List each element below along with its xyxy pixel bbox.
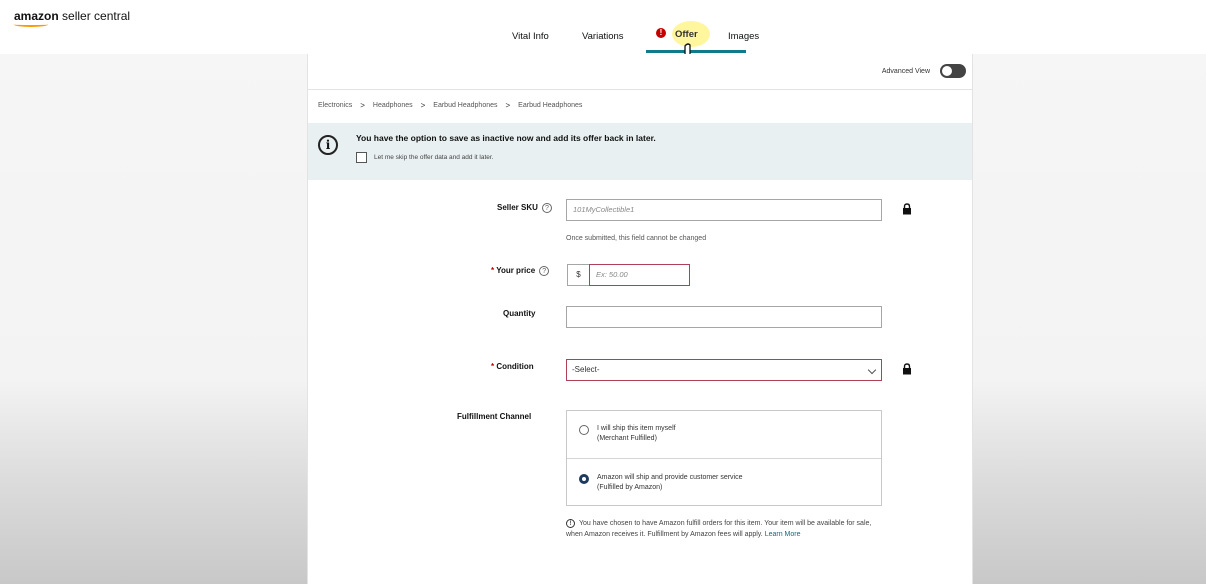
tab-offer[interactable]: Offer — [675, 29, 698, 40]
condition-label-text: Condition — [496, 362, 534, 371]
learn-more-link[interactable]: Learn More — [765, 531, 801, 538]
amazon-seller-central-logo[interactable]: amazon seller central — [14, 9, 131, 27]
info-icon: i — [318, 135, 338, 155]
skip-offer-banner: i You have the option to save as inactiv… — [308, 123, 972, 180]
alert-icon: ! — [566, 518, 575, 528]
tab-vital-info[interactable]: Vital Info — [512, 31, 549, 42]
chevron-down-icon — [867, 365, 877, 375]
seller-sku-label: Seller SKU? — [497, 203, 552, 213]
fulfillment-label: Fulfillment Channel — [457, 412, 532, 421]
radio-fulfilled-by-amazon[interactable] — [579, 474, 589, 484]
option-line: I will ship this item myself — [597, 425, 676, 432]
condition-selected-value: -Select- — [572, 365, 600, 374]
advanced-view-toggle[interactable] — [940, 64, 966, 78]
breadcrumb-separator: > — [505, 101, 511, 110]
fba-note-text: You have chosen to have Amazon fulfill o… — [566, 520, 872, 538]
required-mark: * — [491, 362, 495, 371]
breadcrumb-separator: > — [420, 101, 426, 110]
fulfillment-options: I will ship this item myself (Merchant F… — [566, 410, 882, 506]
currency-symbol: $ — [567, 264, 589, 286]
merchant-fulfilled-option[interactable]: I will ship this item myself (Merchant F… — [597, 424, 676, 444]
help-icon[interactable]: ? — [541, 203, 552, 213]
breadcrumb-headphones[interactable]: Headphones — [373, 102, 413, 109]
breadcrumb-current: Earbud Headphones — [518, 102, 583, 109]
seller-sku-label-text: Seller SKU — [497, 203, 538, 213]
seller-sku-input[interactable]: 101MyCollectible1 — [566, 199, 882, 221]
offer-error-icon: ! — [656, 28, 666, 38]
tab-variations[interactable]: Variations — [582, 31, 624, 42]
lock-icon — [903, 203, 911, 215]
panel-header: Advanced View — [308, 54, 972, 90]
breadcrumb-separator: > — [360, 101, 365, 110]
radio-merchant-fulfilled[interactable] — [579, 425, 589, 435]
advanced-view-label: Advanced View — [881, 68, 930, 75]
price-label: * Your price? — [491, 266, 550, 276]
breadcrumb: Electronics > Headphones > Earbud Headph… — [318, 101, 582, 110]
condition-select[interactable]: -Select- — [566, 359, 882, 381]
toggle-knob — [942, 66, 952, 76]
logo-brand: amazon — [14, 9, 59, 23]
option-line: Amazon will ship and provide customer se… — [597, 474, 743, 481]
breadcrumb-earbud-headphones[interactable]: Earbud Headphones — [433, 102, 497, 109]
tab-images[interactable]: Images — [728, 31, 759, 42]
option-divider — [567, 458, 881, 459]
skip-offer-label[interactable]: Let me skip the offer data and add it la… — [374, 154, 494, 161]
quantity-input[interactable] — [566, 306, 882, 328]
seller-sku-hint: Once submitted, this field cannot be cha… — [566, 235, 707, 242]
logo-smile-icon — [14, 22, 48, 27]
top-bar — [0, 0, 1206, 54]
condition-label: * Condition — [491, 362, 534, 371]
fba-note: ! You have chosen to have Amazon fulfill … — [566, 518, 886, 540]
lock-icon — [903, 363, 911, 375]
quantity-label: Quantity — [503, 309, 536, 318]
price-input[interactable]: Ex: 50.00 — [589, 264, 690, 286]
price-label-text: Your price — [496, 266, 536, 276]
help-icon[interactable]: ? — [539, 266, 550, 276]
logo-product: seller central — [58, 9, 131, 23]
skip-offer-checkbox[interactable] — [356, 152, 367, 163]
fba-option[interactable]: Amazon will ship and provide customer se… — [597, 473, 743, 493]
breadcrumb-electronics[interactable]: Electronics — [318, 102, 352, 109]
required-mark: * — [491, 266, 495, 276]
option-line: (Merchant Fulfilled) — [597, 435, 657, 442]
option-line: (Fulfilled by Amazon) — [597, 484, 663, 491]
banner-title: You have the option to save as inactive … — [356, 133, 656, 143]
